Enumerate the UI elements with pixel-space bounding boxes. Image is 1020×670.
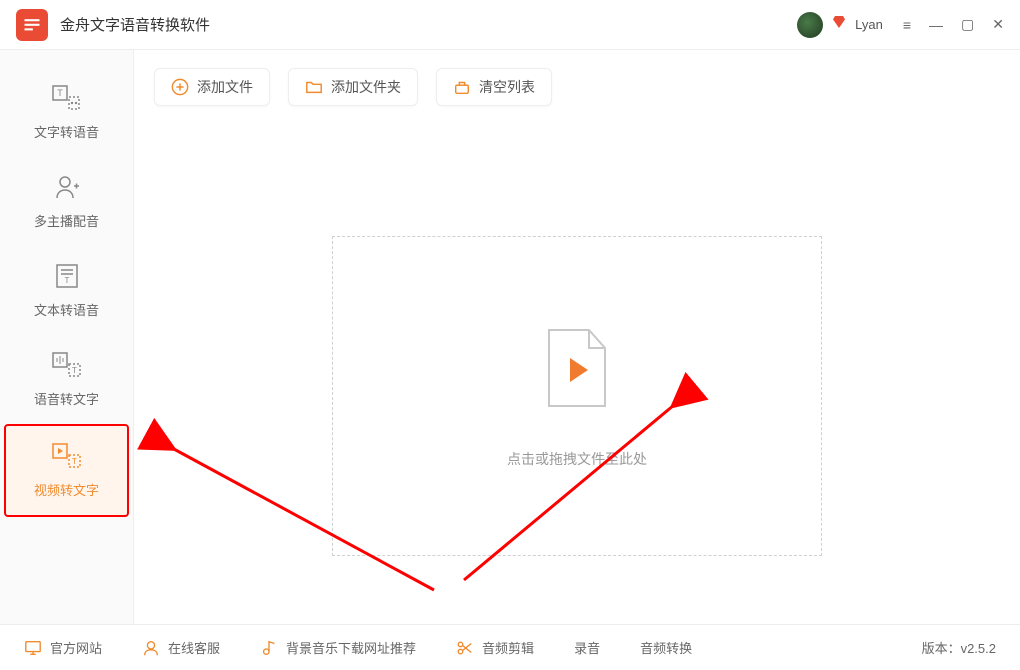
video-text-icon: T: [50, 442, 84, 470]
dropzone[interactable]: 点击或拖拽文件至此处: [332, 236, 822, 556]
user-area[interactable]: Lyan: [797, 12, 883, 38]
person-plus-icon: [50, 173, 84, 201]
toolbar: 添加文件 添加文件夹 清空列表: [154, 68, 1000, 106]
footer-label: 背景音乐下载网址推荐: [286, 638, 416, 657]
sidebar-item-label: 文字转语音: [34, 122, 99, 141]
text-speech-icon: T: [50, 84, 84, 112]
record-link[interactable]: 录音: [574, 638, 600, 657]
add-folder-button[interactable]: 添加文件夹: [288, 68, 418, 106]
sidebar-item-multi-voice[interactable]: 多主播配音: [0, 157, 133, 246]
music-icon: [260, 639, 278, 657]
sidebar: T 文字转语音 多主播配音 T 文本转语音 T 语音转文字 T 视频: [0, 50, 134, 624]
doc-icon: T: [50, 262, 84, 290]
official-site-link[interactable]: 官方网站: [24, 638, 102, 657]
footer-bar: 官方网站 在线客服 背景音乐下载网址推荐 音频剪辑 录音 音频转换 版本：v2.…: [0, 624, 1020, 670]
headset-icon: [142, 639, 160, 657]
bgm-recommend-link[interactable]: 背景音乐下载网址推荐: [260, 638, 416, 657]
sidebar-item-video-to-text[interactable]: T 视频转文字: [4, 424, 129, 517]
menu-icon[interactable]: ≡: [903, 17, 911, 33]
clear-list-button[interactable]: 清空列表: [436, 68, 552, 106]
footer-label: 录音: [574, 638, 600, 657]
button-label: 添加文件: [197, 77, 253, 97]
title-bar: 金舟文字语音转换软件 Lyan ≡ — ▢ ✕: [0, 0, 1020, 50]
plus-circle-icon: [171, 78, 189, 96]
button-label: 添加文件夹: [331, 77, 401, 97]
sidebar-item-label: 多主播配音: [34, 211, 99, 230]
sidebar-item-speech-to-text[interactable]: T 语音转文字: [0, 335, 133, 424]
sidebar-item-label: 文本转语音: [34, 300, 99, 319]
folder-icon: [305, 78, 323, 96]
clear-icon: [453, 78, 471, 96]
username: Lyan: [855, 17, 883, 32]
maximize-icon[interactable]: ▢: [961, 16, 974, 33]
version-label: 版本：v2.5.2: [922, 638, 996, 657]
close-icon[interactable]: ✕: [992, 16, 1004, 33]
speech-text-icon: T: [50, 351, 84, 379]
audio-convert-link[interactable]: 音频转换: [640, 638, 692, 657]
svg-text:T: T: [72, 457, 77, 466]
footer-label: 官方网站: [50, 638, 102, 657]
sidebar-item-text-to-speech[interactable]: T 文字转语音: [0, 68, 133, 157]
footer-label: 音频转换: [640, 638, 692, 657]
monitor-icon: [24, 639, 42, 657]
file-play-icon: [537, 324, 617, 419]
add-file-button[interactable]: 添加文件: [154, 68, 270, 106]
avatar: [797, 12, 823, 38]
footer-label: 音频剪辑: [482, 638, 534, 657]
footer-label: 在线客服: [168, 638, 220, 657]
app-title: 金舟文字语音转换软件: [60, 14, 210, 35]
app-logo-icon: [16, 9, 48, 41]
main-area: 添加文件 添加文件夹 清空列表: [134, 50, 1020, 624]
svg-text:T: T: [57, 88, 63, 98]
svg-text:T: T: [64, 276, 69, 285]
button-label: 清空列表: [479, 77, 535, 97]
sidebar-item-label: 视频转文字: [34, 480, 99, 499]
minimize-icon[interactable]: —: [929, 17, 943, 33]
audio-trim-link[interactable]: 音频剪辑: [456, 638, 534, 657]
svg-text:T: T: [72, 366, 77, 375]
sidebar-item-doc-to-speech[interactable]: T 文本转语音: [0, 246, 133, 335]
scissors-icon: [456, 639, 474, 657]
online-support-link[interactable]: 在线客服: [142, 638, 220, 657]
gem-icon: [831, 14, 847, 35]
dropzone-label: 点击或拖拽文件至此处: [507, 449, 647, 469]
sidebar-item-label: 语音转文字: [34, 389, 99, 408]
